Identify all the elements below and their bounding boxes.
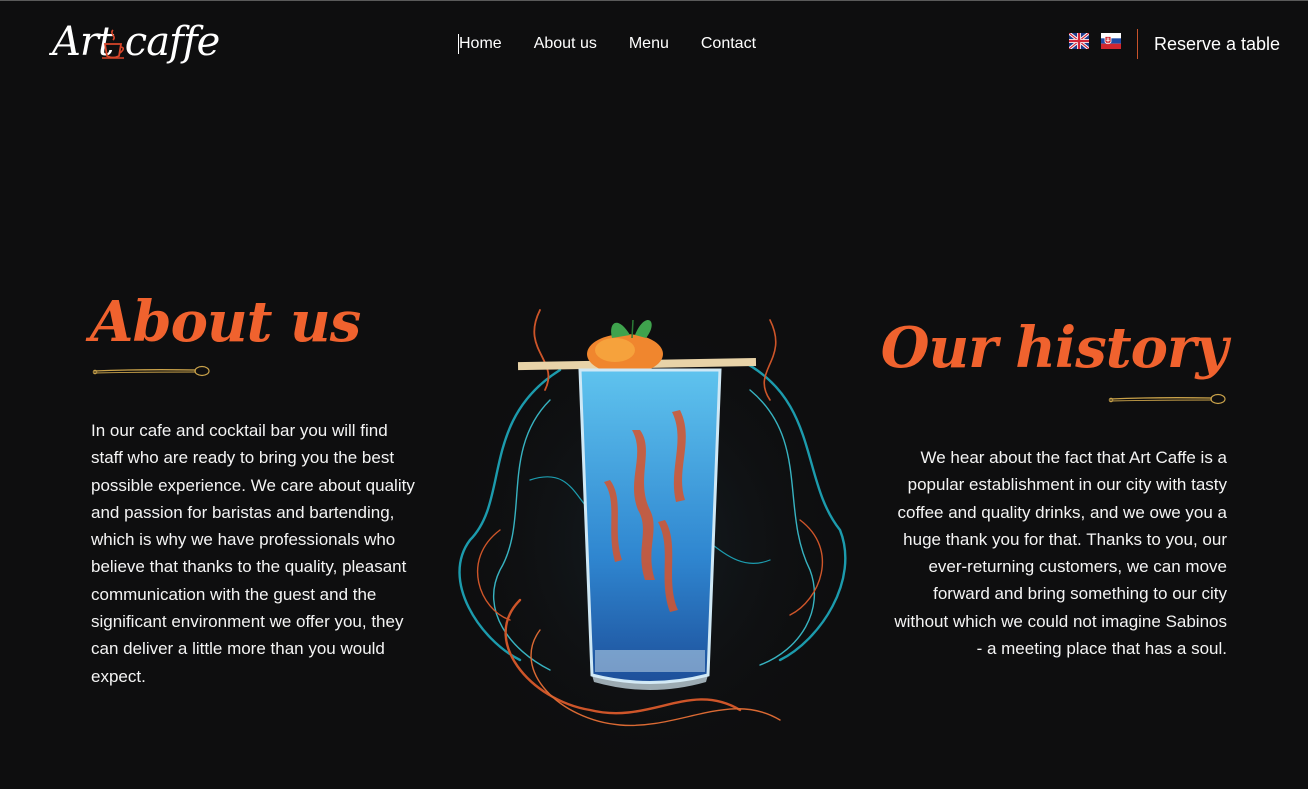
nav-contact[interactable]: Contact <box>701 33 756 55</box>
top-border <box>0 0 1308 1</box>
history-title: Our history <box>880 315 1228 381</box>
nav-menu[interactable]: Menu <box>629 33 669 55</box>
nav-home[interactable]: Home <box>459 33 502 55</box>
logo-text: Art caffe <box>52 19 220 65</box>
history-text: We hear about the fact that Art Caffe is… <box>894 448 1227 659</box>
about-title: About us <box>90 289 361 355</box>
reserve-table-button[interactable]: Reserve a table <box>1154 32 1280 56</box>
spoon-divider-icon <box>92 365 210 377</box>
header-divider <box>1137 29 1138 59</box>
main-nav: Home About us Menu Contact <box>458 33 756 55</box>
sk-flag-icon[interactable] <box>1101 33 1121 49</box>
spoon-divider-icon <box>1108 393 1226 405</box>
uk-flag-icon[interactable] <box>1069 33 1089 49</box>
logo[interactable]: Art caffe <box>52 14 220 70</box>
text-caret <box>458 34 459 54</box>
nav-about-us[interactable]: About us <box>534 33 597 55</box>
language-switcher <box>1069 33 1121 49</box>
coffee-cup-icon <box>102 29 125 59</box>
cocktail-image <box>440 280 860 760</box>
about-text: In our cafe and cocktail bar you will fi… <box>91 421 415 686</box>
